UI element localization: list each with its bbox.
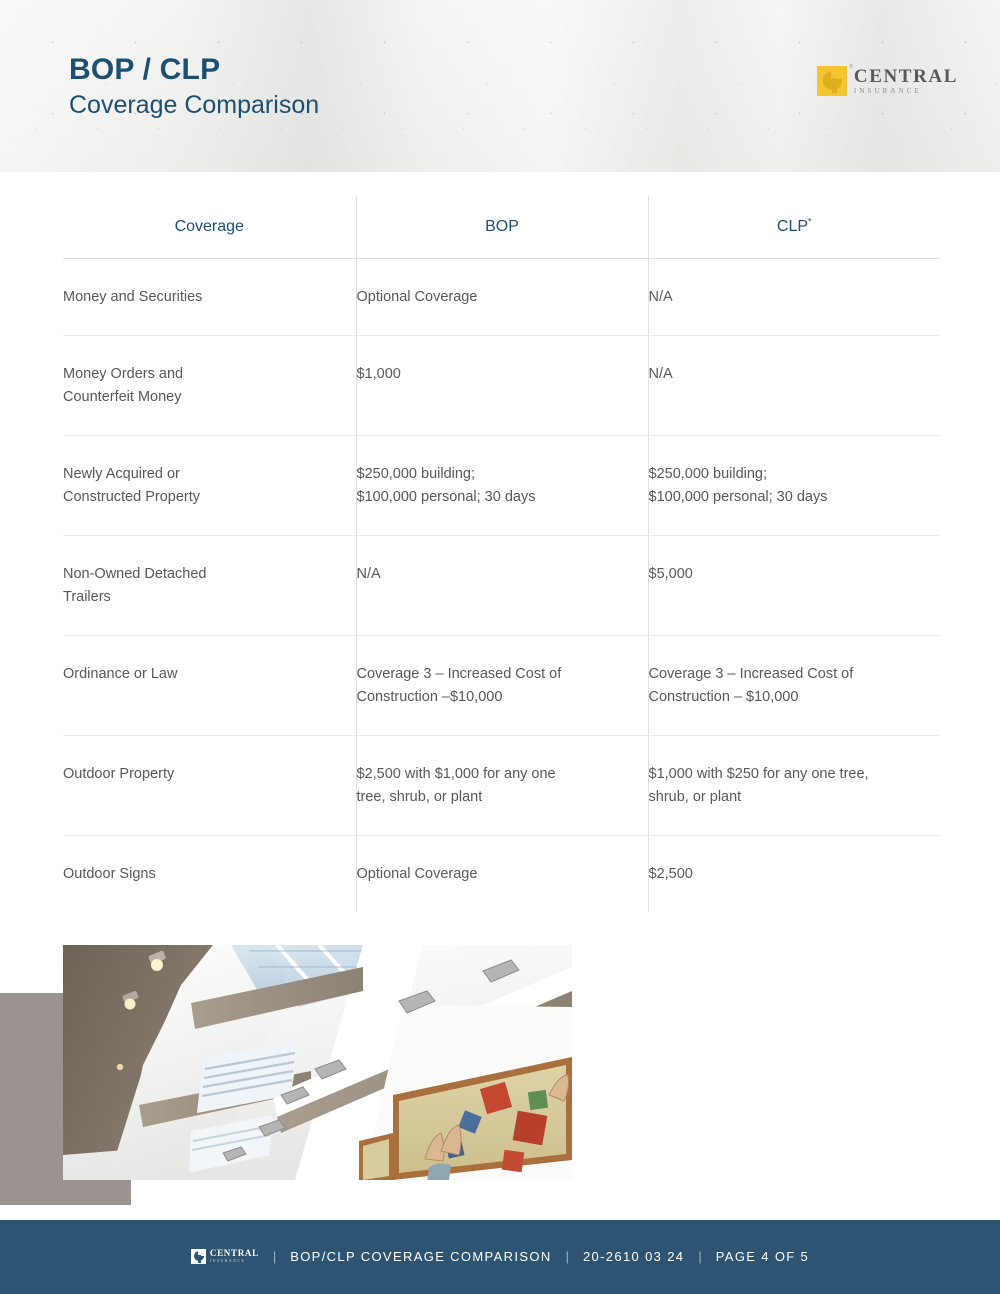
central-c-mark-icon: ® (816, 64, 853, 96)
cell-bop: $250,000 building; $100,000 personal; 30… (355, 435, 648, 536)
footer-separator: | (565, 1248, 569, 1264)
footer-content: CENTRAL INSURANCE | BOP/CLP COVERAGE COM… (190, 1247, 810, 1264)
atrium-skylight-photo (63, 945, 572, 1180)
central-insurance-logo: ® CENTRAL INSURANCE (816, 64, 958, 96)
column-header-coverage-label: Coverage (174, 217, 244, 235)
page-title: BOP / CLP Coverage Comparison (69, 52, 319, 121)
cell-bop: Optional Coverage (355, 835, 648, 912)
column-header-bop: BOP (355, 196, 648, 259)
page-header: BOP / CLP Coverage Comparison ® CENTRAL … (0, 0, 1000, 172)
footer-separator: | (698, 1248, 702, 1264)
photo-illustration (63, 945, 572, 1180)
footer-central-c-mark-icon (190, 1248, 206, 1264)
table-row: Money and Securities Optional Coverage N… (63, 258, 940, 336)
footer-document-title: BOP/CLP COVERAGE COMPARISON (290, 1248, 552, 1264)
table-row: Outdoor Signs Optional Coverage $2,500 (63, 835, 940, 912)
title-main: BOP / CLP (69, 53, 221, 86)
column-header-clp-label: CLP (776, 217, 809, 235)
footer-logo-name: CENTRAL (209, 1247, 259, 1258)
footer-separator: | (272, 1248, 277, 1264)
cell-clp: $5,000 (647, 535, 940, 636)
table-row: Money Orders and Counterfeit Money $1,00… (63, 335, 940, 436)
column-header-coverage: Coverage (63, 196, 356, 259)
coverage-comparison-table: Coverage BOP CLP* Money and Securities O… (63, 196, 940, 912)
table-row: Outdoor Property $2,500 with $1,000 for … (63, 735, 940, 836)
cell-coverage: Non-Owned Detached Trailers (63, 535, 356, 636)
footer-document-number: 20-2610 03 24 (582, 1248, 685, 1264)
cell-bop: $2,500 with $1,000 for any one tree, shr… (355, 735, 648, 836)
footer-central-logo: CENTRAL INSURANCE (190, 1247, 259, 1264)
logo-name: CENTRAL (853, 66, 958, 87)
cell-clp: Coverage 3 – Increased Cost of Construct… (647, 635, 940, 736)
coverage-comparison-table-container: Coverage BOP CLP* Money and Securities O… (63, 196, 940, 912)
column-header-clp: CLP* (647, 196, 940, 259)
table-header-row: Coverage BOP CLP* (63, 196, 940, 259)
cell-clp: $1,000 with $250 for any one tree, shrub… (647, 735, 940, 836)
cell-coverage: Outdoor Signs (63, 865, 156, 882)
cell-bop: $1,000 (355, 335, 648, 436)
footer-logo-wordmark: CENTRAL INSURANCE (209, 1247, 259, 1264)
cell-bop: N/A (355, 535, 648, 636)
cell-clp: N/A (647, 258, 940, 336)
cell-bop: Coverage 3 – Increased Cost of Construct… (355, 635, 648, 736)
footer-logo-tagline: INSURANCE (209, 1258, 246, 1264)
cell-bop: Optional Coverage (355, 258, 648, 336)
table-row: Newly Acquired or Constructed Property $… (63, 435, 940, 536)
cell-coverage: Outdoor Property (63, 735, 356, 836)
registered-trademark-icon: ® (849, 64, 853, 70)
table-row: Non-Owned Detached Trailers N/A $5,000 (63, 535, 940, 636)
footer-page-number: PAGE 4 OF 5 (715, 1248, 810, 1264)
cell-clp: $2,500 (647, 835, 940, 912)
cell-coverage: Money Orders and Counterfeit Money (63, 335, 356, 436)
cell-coverage: Ordinance or Law (63, 635, 356, 736)
logo-tagline: INSURANCE (853, 87, 922, 95)
logo-wordmark: CENTRAL INSURANCE (854, 67, 958, 95)
page-footer: CENTRAL INSURANCE | BOP/CLP COVERAGE COM… (0, 1220, 1000, 1294)
column-header-bop-label: BOP (485, 217, 519, 235)
table-row: Ordinance or Law Coverage 3 – Increased … (63, 635, 940, 736)
clp-footnote-marker: * (808, 216, 812, 227)
cell-coverage: Newly Acquired or Constructed Property (63, 435, 356, 536)
cell-coverage: Money and Securities (63, 258, 356, 336)
title-subtitle: Coverage Comparison (69, 91, 320, 119)
cell-clp: $250,000 building; $100,000 personal; 30… (647, 435, 940, 536)
cell-clp: N/A (647, 335, 940, 436)
